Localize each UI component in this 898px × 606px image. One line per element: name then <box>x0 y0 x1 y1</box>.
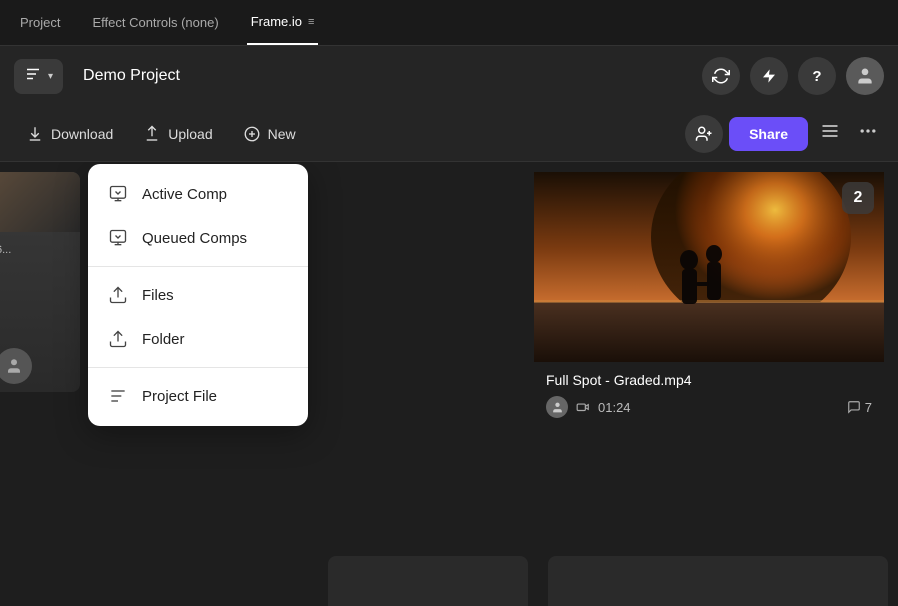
dropdown-menu: Active Comp Queued Comps Files <box>88 164 308 426</box>
media-info: Full Spot - Graded.mp4 01:24 <box>534 362 884 430</box>
partial-card-bottom-right <box>548 556 888 606</box>
add-person-button[interactable] <box>685 115 723 153</box>
tab-bar: Project Effect Controls (none) Frame.io … <box>0 0 898 46</box>
main-content: 6... Active Comp <box>0 162 898 606</box>
refresh-button[interactable] <box>702 57 740 95</box>
new-button[interactable]: New <box>231 117 308 151</box>
comment-count: 7 <box>847 400 872 415</box>
help-icon: ? <box>812 68 821 85</box>
user-avatar-small <box>546 396 568 418</box>
badge-count: 2 <box>842 182 874 214</box>
video-icon <box>576 400 590 414</box>
toolbar: Download Upload New Share <box>0 106 898 162</box>
tab-project[interactable]: Project <box>16 0 64 45</box>
share-button[interactable]: Share <box>729 117 808 151</box>
media-duration: 01:24 <box>598 400 631 415</box>
dropdown-item-queued-comps[interactable]: Queued Comps <box>88 216 308 260</box>
user-avatar-button[interactable] <box>846 57 884 95</box>
dropdown-item-project-file[interactable]: Project File <box>88 374 308 418</box>
upload-button[interactable]: Upload <box>131 117 224 151</box>
help-button[interactable]: ? <box>798 57 836 95</box>
media-thumbnail: 2 <box>534 172 884 362</box>
project-dropdown[interactable]: ▾ <box>14 59 63 94</box>
dropdown-item-active-comp[interactable]: Active Comp <box>88 172 308 216</box>
partial-card-bottom-left <box>328 556 528 606</box>
dropdown-item-folder[interactable]: Folder <box>88 317 308 361</box>
dropdown-divider-1 <box>88 266 308 267</box>
media-meta: 01:24 7 <box>546 396 872 418</box>
dropdown-divider-2 <box>88 367 308 368</box>
tab-menu-icon: ≡ <box>308 16 314 28</box>
media-card: 2 Full Spot - Graded.mp4 01:24 <box>534 172 884 430</box>
project-filter-icon <box>24 65 42 88</box>
project-title: Demo Project <box>83 67 692 85</box>
dropdown-item-files[interactable]: Files <box>88 273 308 317</box>
more-options-button[interactable] <box>852 115 884 153</box>
tab-frameio[interactable]: Frame.io ≡ <box>247 0 319 45</box>
tab-effect-controls[interactable]: Effect Controls (none) <box>88 0 222 45</box>
partial-card-left: 6... <box>0 172 80 392</box>
chevron-down-icon: ▾ <box>48 71 53 82</box>
download-button[interactable]: Download <box>14 117 125 151</box>
lightning-button[interactable] <box>750 57 788 95</box>
header-actions: ? <box>702 57 884 95</box>
media-title: Full Spot - Graded.mp4 <box>546 372 872 388</box>
list-view-button[interactable] <box>814 115 846 153</box>
header-bar: ▾ Demo Project ? <box>0 46 898 106</box>
